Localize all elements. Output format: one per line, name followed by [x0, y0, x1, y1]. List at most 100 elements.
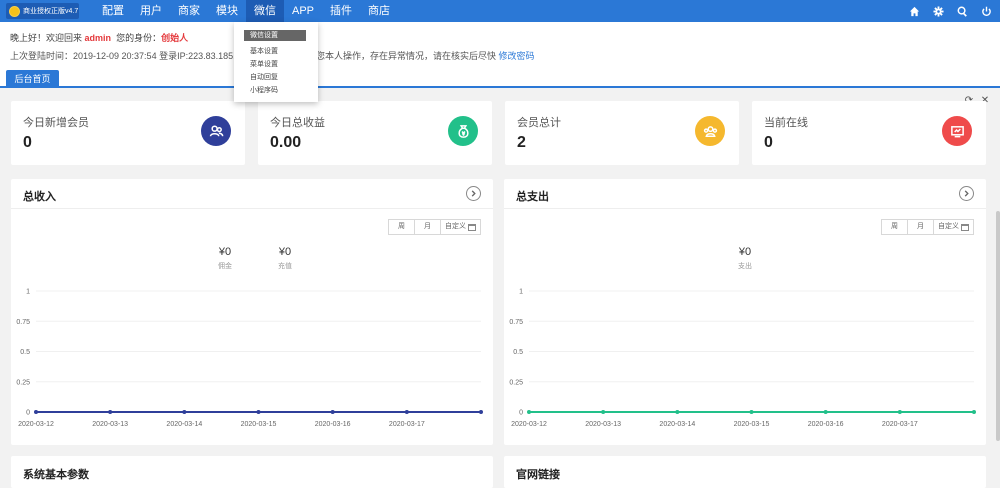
period-week-button[interactable]: 周: [882, 220, 908, 234]
panel-header: 总收入: [11, 179, 493, 209]
period-custom-button[interactable]: 自定义: [441, 220, 480, 234]
scrollbar-thumb[interactable]: [996, 211, 1000, 441]
chevron-right-icon[interactable]: [959, 186, 974, 201]
top-navbar: 商业授权正版v4.7 配置 用户 商家 模块 微信 APP 插件 商店: [0, 0, 1000, 22]
role-value: 创始人: [161, 33, 189, 43]
nav-right-icons: [908, 0, 992, 22]
nav-item-store[interactable]: 商店: [360, 0, 398, 22]
nav-item-merchants[interactable]: 商家: [170, 0, 208, 22]
period-custom-label: 自定义: [938, 223, 959, 230]
monitor-icon: [942, 116, 972, 146]
data-point: [182, 410, 187, 414]
data-point: [256, 410, 261, 414]
wechat-dropdown-menu: 微信设置 基本设置 菜单设置 自动回复 小程序码: [234, 22, 318, 102]
nav-item-users[interactable]: 用户: [132, 0, 170, 22]
panel-title: 总支出: [516, 191, 549, 203]
calendar-icon: [961, 223, 969, 231]
amount-value: ¥0: [218, 246, 232, 258]
data-point: [330, 410, 335, 414]
page-scrollbar[interactable]: [996, 101, 1000, 488]
logo-text: 商业授权正版v4.7: [23, 8, 79, 15]
period-month-button[interactable]: 月: [415, 220, 441, 234]
period-month-button[interactable]: 月: [908, 220, 934, 234]
money-bag-icon: [448, 116, 478, 146]
logo[interactable]: 商业授权正版v4.7: [6, 3, 79, 19]
x-tick-label: 2020-03-15: [241, 421, 277, 428]
x-tick-label: 2020-03-14: [659, 421, 695, 428]
login-notice-text: 您本人操作，存在异常情况，请在核实后尽快: [316, 51, 497, 61]
greeting-text: 晚上好！欢迎回来: [10, 33, 83, 43]
stat-value: 0: [23, 134, 32, 151]
data-point: [527, 410, 531, 414]
role-label: 您的身份：: [116, 33, 162, 43]
y-tick-label: 0.5: [20, 349, 30, 356]
data-point: [601, 410, 606, 414]
data-point: [404, 410, 409, 414]
amount-expense: ¥0 支出: [725, 246, 765, 271]
amount-recharge: ¥0 充值: [265, 246, 305, 271]
amount-commission: ¥0 佣金: [205, 246, 245, 271]
period-selector: 周 月 自定义: [881, 219, 974, 235]
power-icon[interactable]: [980, 5, 992, 17]
stat-value: 0.00: [270, 134, 302, 151]
amount-value: ¥0: [278, 246, 292, 258]
menu-item-basic-settings[interactable]: 基本设置: [250, 46, 278, 56]
nav-item-config[interactable]: 配置: [94, 0, 132, 22]
nav-item-app[interactable]: APP: [284, 0, 322, 22]
y-tick-label: 0.25: [509, 379, 523, 386]
y-tick-label: 0.5: [513, 349, 523, 356]
period-selector: 周 月 自定义: [388, 219, 481, 235]
welcome-panel: 晚上好！欢迎回来 admin 您的身份：创始人 上次登陆时间：2019-12-0…: [0, 22, 1000, 88]
period-week-button[interactable]: 周: [389, 220, 415, 234]
period-custom-label: 自定义: [445, 223, 466, 230]
tab-strip: [0, 86, 1000, 88]
amount-label: 支出: [738, 263, 752, 270]
y-tick-label: 1: [26, 289, 30, 296]
amount-label: 佣金: [218, 263, 232, 270]
panel-header: 总支出: [504, 179, 986, 209]
nav-item-wechat[interactable]: 微信: [246, 0, 284, 22]
dropdown-header[interactable]: 微信设置: [244, 30, 306, 41]
search-icon[interactable]: [956, 5, 968, 17]
change-password-link[interactable]: 修改密码: [499, 51, 535, 61]
gear-icon[interactable]: [932, 5, 944, 17]
data-point: [34, 410, 38, 414]
menu-item-mini-program-code[interactable]: 小程序码: [250, 85, 278, 95]
x-tick-label: 2020-03-13: [585, 421, 621, 428]
data-point: [897, 410, 902, 414]
chevron-right-icon[interactable]: [466, 186, 481, 201]
stat-title: 今日新增会员: [23, 117, 89, 129]
y-tick-label: 0.75: [16, 319, 30, 326]
stat-title: 当前在线: [764, 117, 808, 129]
x-tick-label: 2020-03-17: [389, 421, 425, 428]
greeting-line: 晚上好！欢迎回来 admin 您的身份：创始人: [10, 31, 188, 44]
nav-item-modules[interactable]: 模块: [208, 0, 246, 22]
menu-item-auto-reply[interactable]: 自动回复: [250, 72, 278, 82]
x-tick-label: 2020-03-14: [166, 421, 202, 428]
stat-card-online: 当前在线 0: [752, 101, 986, 165]
calendar-icon: [468, 223, 476, 231]
stat-value: 0: [764, 134, 773, 151]
x-tick-label: 2020-03-13: [92, 421, 128, 428]
system-params-panel: 系统基本参数: [11, 456, 493, 488]
x-tick-label: 2020-03-12: [18, 421, 54, 428]
y-tick-label: 0: [519, 410, 523, 417]
period-custom-button[interactable]: 自定义: [934, 220, 973, 234]
panel-title: 官网链接: [516, 469, 560, 481]
panel-title: 系统基本参数: [23, 469, 89, 481]
x-tick-label: 2020-03-16: [315, 421, 351, 428]
home-icon[interactable]: [908, 5, 920, 17]
group-icon: [695, 116, 725, 146]
amount-label: 充值: [278, 263, 292, 270]
data-point: [972, 410, 976, 414]
username: admin: [84, 33, 112, 43]
income-panel: 总收入 周 月 自定义 ¥0 佣金 ¥0 充值 0 0.25 0.5 0.75 1 202…: [11, 179, 493, 445]
nav-item-plugins[interactable]: 插件: [322, 0, 360, 22]
last-login-text: 上次登陆时间：2019-12-09 20:37:54 登录IP:223.83.1…: [10, 51, 241, 61]
expense-line-chart: 0 0.25 0.5 0.75 1 2020-03-12 2020-03-13 2020-03…: [509, 289, 976, 428]
menu-item-menu-settings[interactable]: 菜单设置: [250, 59, 278, 69]
main-nav: 配置 用户 商家 模块 微信 APP 插件 商店: [94, 0, 398, 22]
data-point: [823, 410, 828, 414]
website-links-panel: 官网链接: [504, 456, 986, 488]
data-point: [675, 410, 680, 414]
